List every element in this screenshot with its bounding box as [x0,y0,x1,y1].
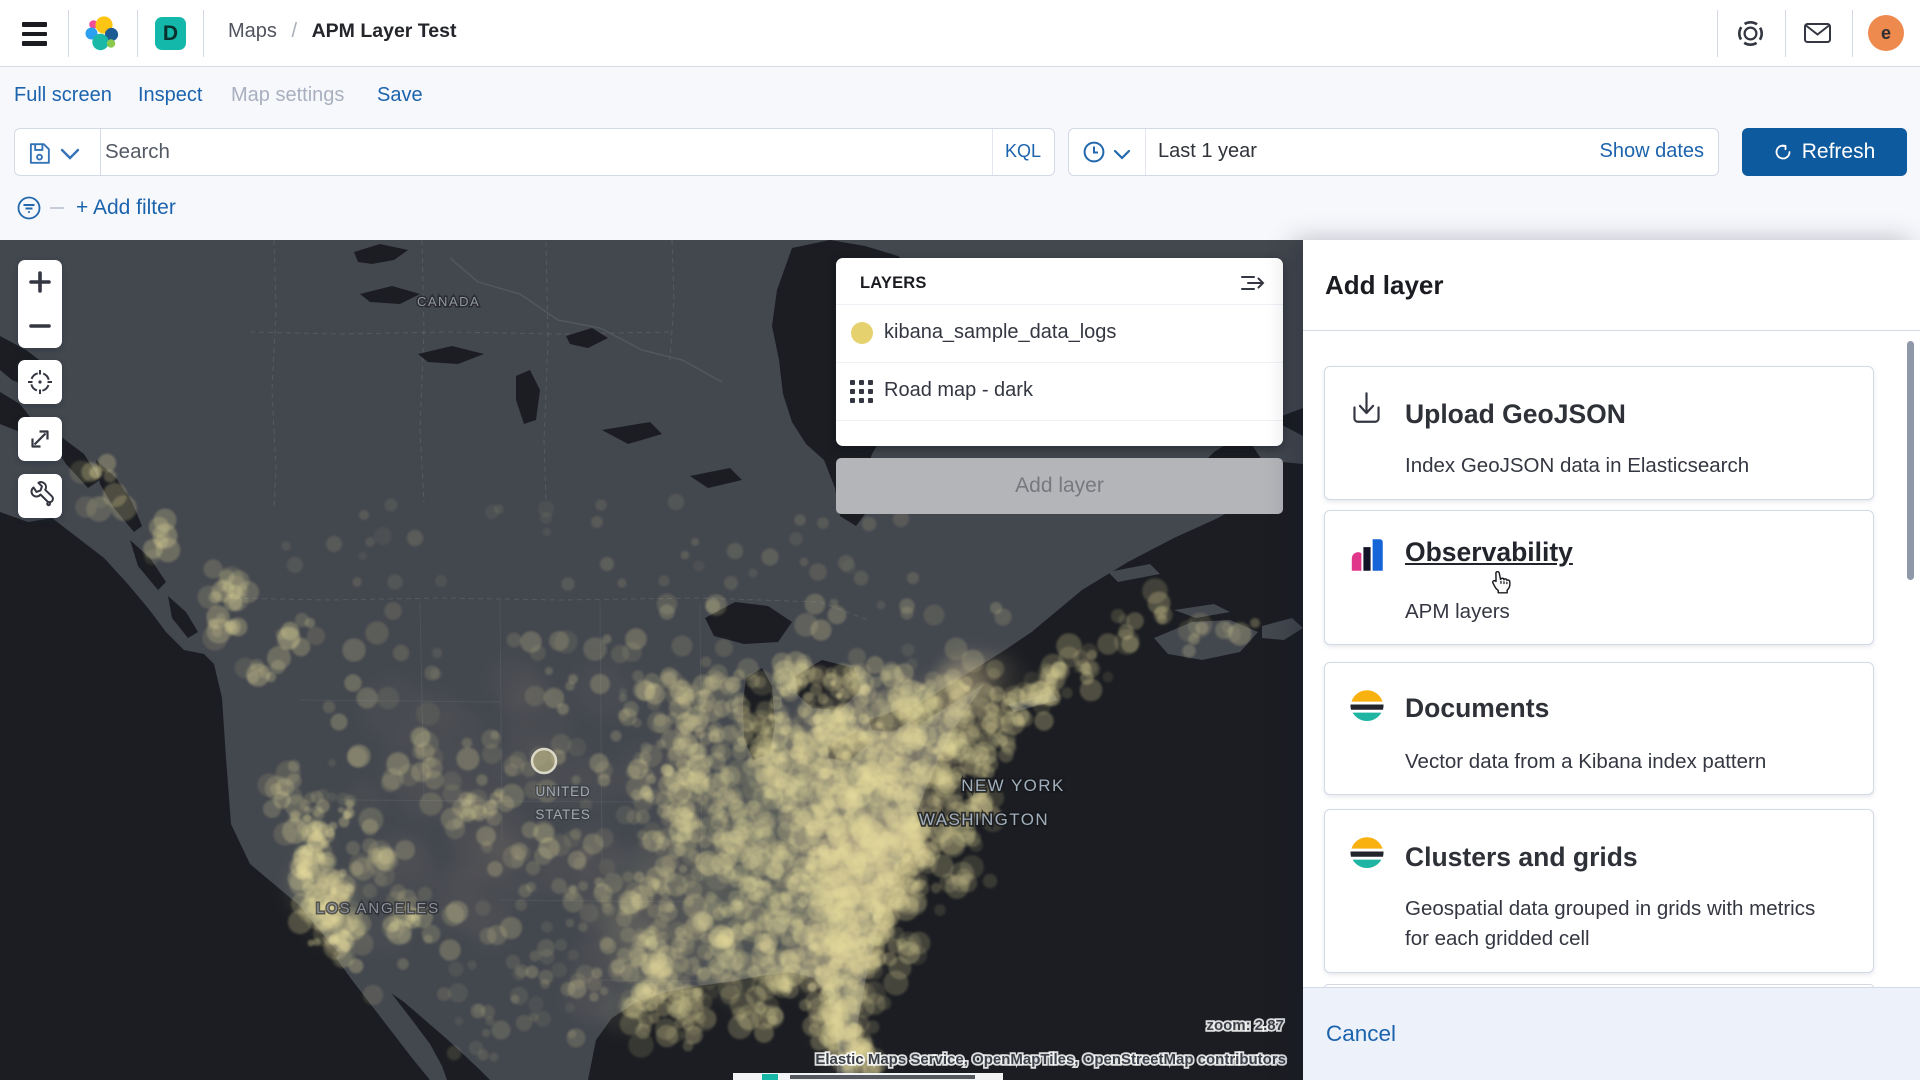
svg-text:CANADA: CANADA [417,294,480,309]
svg-text:LOS ANGELES: LOS ANGELES [316,900,440,917]
svg-text:UNITED: UNITED [535,784,590,799]
svg-text:WASHINGTON: WASHINGTON [919,810,1049,829]
svg-text:STATES: STATES [535,807,590,822]
svg-text:zoom: 2.87: zoom: 2.87 [1206,1017,1284,1034]
svg-text:Elastic Maps Service, OpenMapT: Elastic Maps Service, OpenMapTiles, Open… [815,1051,1286,1068]
svg-text:NEW YORK: NEW YORK [961,776,1064,795]
